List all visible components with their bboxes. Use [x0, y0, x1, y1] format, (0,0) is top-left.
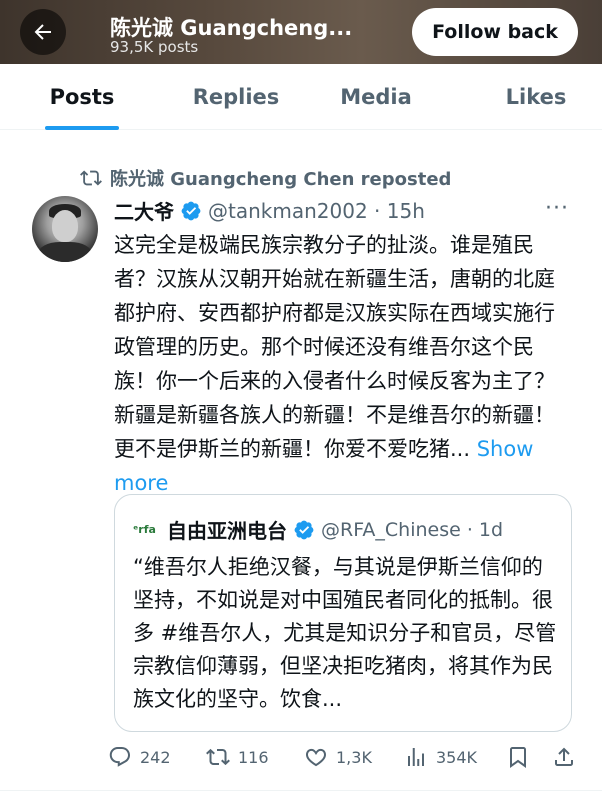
- bookmark-button[interactable]: [506, 740, 530, 774]
- tweet-body-text: 这完全是极端民族宗教分子的扯淡。谁是殖民者？汉族从汉朝开始就在新疆生活，唐朝的北…: [114, 233, 555, 461]
- verified-badge-icon: [180, 200, 202, 222]
- bookmark-icon: [510, 747, 526, 768]
- tab-posts[interactable]: Posts: [22, 64, 142, 130]
- repost-icon: [206, 748, 230, 766]
- active-tab-indicator: [45, 126, 119, 130]
- arrow-left-icon: [34, 24, 51, 40]
- repost-button[interactable]: 116: [206, 740, 269, 774]
- tab-media[interactable]: Media: [316, 64, 436, 130]
- like-count: 1,3K: [336, 747, 372, 767]
- profile-tabs: Posts Replies Media Likes: [0, 64, 602, 130]
- back-button[interactable]: [20, 9, 66, 55]
- views-chart-icon: [408, 748, 424, 766]
- like-button[interactable]: 1,3K: [304, 740, 372, 774]
- quoted-author-name: 自由亚洲电台: [167, 519, 287, 543]
- avatar[interactable]: [32, 196, 98, 262]
- tab-label: Likes: [505, 85, 567, 109]
- rfa-logo-icon: ᵉrfa: [133, 523, 156, 536]
- repost-indicator[interactable]: 陈光诚 Guangcheng Chen reposted: [80, 165, 451, 191]
- heart-icon: [306, 748, 326, 767]
- verified-badge-icon: [293, 519, 315, 541]
- repost-text: 陈光诚 Guangcheng Chen reposted: [110, 169, 452, 190]
- quoted-tweet-card[interactable]: ᵉrfa 自由亚洲电台 @RFA_Chinese · 1d “维吾尔人拒绝汉餐，…: [114, 494, 572, 732]
- tab-label: Replies: [192, 85, 280, 109]
- repost-count: 116: [238, 747, 269, 767]
- views-button[interactable]: 354K: [404, 740, 477, 774]
- tweet-actions: 242 116 1,3K 354K: [108, 740, 578, 774]
- share-button[interactable]: [552, 740, 576, 774]
- avatar-body: [38, 242, 92, 262]
- reply-count: 242: [140, 747, 171, 767]
- tab-likes[interactable]: Likes: [476, 64, 596, 130]
- tab-replies[interactable]: Replies: [176, 64, 296, 130]
- tab-label: Media: [340, 85, 412, 109]
- reply-button[interactable]: 242: [108, 740, 171, 774]
- quoted-handle-time: @RFA_Chinese · 1d: [321, 518, 504, 541]
- repost-icon: [80, 170, 102, 186]
- tweet-text: 这完全是极端民族宗教分子的扯淡。谁是殖民者？汉族从汉朝开始就在新疆生活，唐朝的北…: [114, 228, 564, 500]
- avatar-face: [52, 210, 78, 242]
- quoted-tweet-text: “维吾尔人拒绝汉餐，与其说是伊斯兰信仰的坚持，不如说是对中国殖民者同化的抵制。很…: [133, 555, 557, 711]
- profile-header: 陈光诚 Guangcheng... 93,5K posts Follow bac…: [0, 0, 602, 64]
- posts-count: 93,5K posts: [110, 38, 199, 56]
- divider: [0, 790, 602, 791]
- tab-label: Posts: [49, 85, 115, 109]
- reply-icon: [109, 747, 130, 767]
- author-name[interactable]: 二大爷: [114, 196, 174, 225]
- follow-back-button[interactable]: Follow back: [412, 8, 578, 56]
- views-count: 354K: [436, 747, 478, 767]
- quoted-tweet-header: ᵉrfa 自由亚洲电台 @RFA_Chinese · 1d: [133, 515, 503, 544]
- more-options-icon[interactable]: ···: [545, 196, 569, 221]
- author-handle-time: @tankman2002 · 15h: [208, 198, 425, 223]
- tweet-header: 二大爷 @tankman2002 · 15h: [114, 196, 425, 225]
- share-icon: [555, 747, 573, 766]
